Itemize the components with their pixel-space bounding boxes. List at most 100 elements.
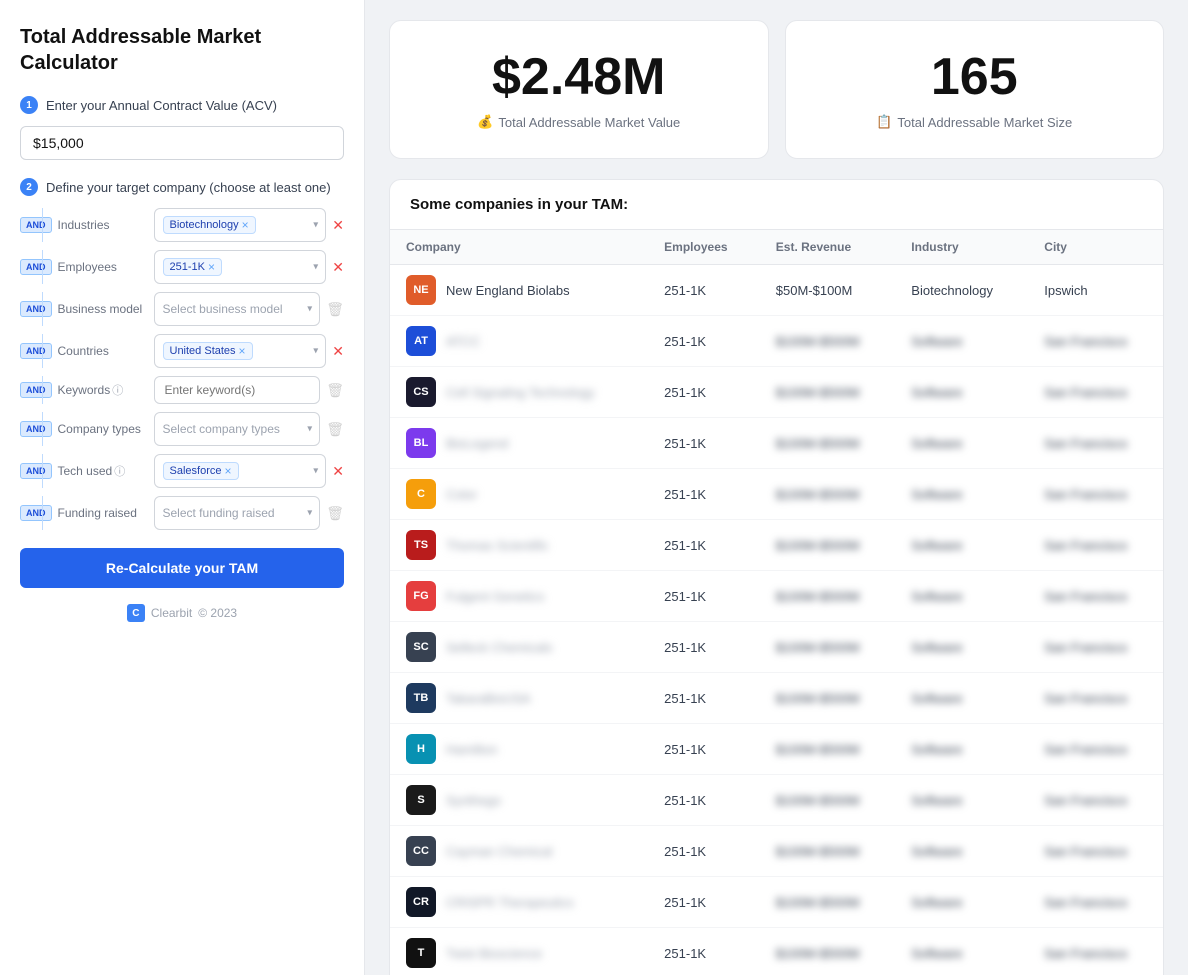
- delete-filter-tech-used[interactable]: ✕: [332, 464, 344, 478]
- metric-label-0: 💰Total Addressable Market Value: [414, 114, 744, 130]
- tag-remove[interactable]: ×: [208, 261, 215, 273]
- company-name-cell: SCSelleck Chemicals: [390, 622, 648, 673]
- company-name: Cell Signaling Technology: [446, 385, 595, 400]
- metric-label-1: 📋Total Addressable Market Size: [810, 114, 1140, 130]
- company-employees: 251-1K: [648, 622, 760, 673]
- acv-input[interactable]: [20, 126, 344, 160]
- company-industry: Software: [895, 724, 1028, 775]
- metric-value-0: $2.48M: [414, 49, 744, 106]
- chevron-down-icon: ▾: [307, 508, 312, 519]
- company-employees: 251-1K: [648, 826, 760, 877]
- filter-label-funding-raised: Funding raised: [58, 506, 148, 520]
- company-revenue: $100M-$500M: [760, 877, 896, 928]
- company-employees: 251-1K: [648, 418, 760, 469]
- col-header-employees: Employees: [648, 230, 760, 265]
- clearbit-brand: Clearbit: [151, 606, 192, 620]
- table-row: SSynthego251-1K$100M-$500MSoftwareSan Fr…: [390, 775, 1163, 826]
- metrics-row: $2.48M 💰Total Addressable Market Value 1…: [389, 20, 1164, 159]
- company-revenue: $100M-$500M: [760, 826, 896, 877]
- step2-circle: 2: [20, 178, 38, 196]
- company-city: San Francisco: [1028, 469, 1163, 520]
- company-name: Hamilton: [446, 742, 497, 757]
- tag-remove[interactable]: ×: [239, 345, 246, 357]
- company-logo: TB: [406, 683, 436, 713]
- company-city: Ipswich: [1028, 265, 1163, 316]
- company-industry: Software: [895, 928, 1028, 975]
- step2-text: Define your target company (choose at le…: [46, 180, 331, 195]
- company-city: San Francisco: [1028, 724, 1163, 775]
- table-row: NENew England Biolabs251-1K$50M-$100MBio…: [390, 265, 1163, 316]
- delete-filter-business-model[interactable]: 🗑: [326, 301, 344, 318]
- recalc-button[interactable]: Re-Calculate your TAM: [20, 548, 344, 588]
- and-badge: AND: [20, 421, 52, 437]
- company-industry: Biotechnology: [895, 265, 1028, 316]
- col-header-company: Company: [390, 230, 648, 265]
- delete-filter-funding-raised[interactable]: 🗑: [326, 505, 344, 522]
- tag-remove[interactable]: ×: [242, 219, 249, 231]
- company-revenue: $100M-$500M: [760, 928, 896, 975]
- company-name: TakaraBioUSA: [446, 691, 531, 706]
- company-employees: 251-1K: [648, 877, 760, 928]
- company-city: San Francisco: [1028, 826, 1163, 877]
- company-industry: Software: [895, 877, 1028, 928]
- company-name-cell: ATATCC: [390, 316, 648, 367]
- company-employees: 251-1K: [648, 928, 760, 975]
- company-industry: Software: [895, 673, 1028, 724]
- company-logo: C: [406, 479, 436, 509]
- tag-select-tech-used[interactable]: Salesforce ×▾: [154, 454, 327, 488]
- company-name: ATCC: [446, 334, 480, 349]
- tag: United States ×: [163, 342, 253, 360]
- filter-control-tech-used: Salesforce ×▾: [154, 454, 327, 488]
- company-name: Color: [446, 487, 477, 502]
- chevron-down-icon: ▾: [313, 466, 318, 477]
- tag-select-funding-raised[interactable]: Select funding raised▾: [154, 496, 321, 530]
- company-name: Twist Bioscience: [446, 946, 542, 961]
- delete-filter-keywords[interactable]: 🗑: [326, 382, 344, 399]
- keyword-input-keywords[interactable]: [154, 376, 321, 404]
- chevron-down-icon: ▾: [307, 424, 312, 435]
- company-name-cell: FGFulgent Genetics: [390, 571, 648, 622]
- company-logo: TS: [406, 530, 436, 560]
- company-revenue: $100M-$500M: [760, 469, 896, 520]
- delete-filter-employees[interactable]: ✕: [332, 260, 344, 274]
- company-revenue: $100M-$500M: [760, 316, 896, 367]
- companies-header: Some companies in your TAM:: [390, 180, 1163, 230]
- company-city: San Francisco: [1028, 775, 1163, 826]
- company-industry: Software: [895, 418, 1028, 469]
- and-badge: AND: [20, 301, 52, 317]
- company-logo: CR: [406, 887, 436, 917]
- table-row: CCCayman Chemical251-1K$100M-$500MSoftwa…: [390, 826, 1163, 877]
- step2-label: 2 Define your target company (choose at …: [20, 178, 344, 196]
- delete-filter-industries[interactable]: ✕: [332, 218, 344, 232]
- tag-select-company-types[interactable]: Select company types▾: [154, 412, 321, 446]
- filter-rows: ANDIndustriesBiotechnology ×▾✕ANDEmploye…: [20, 208, 344, 530]
- filter-control-industries: Biotechnology ×▾: [154, 208, 327, 242]
- company-city: San Francisco: [1028, 418, 1163, 469]
- filter-control-company-types: Select company types▾: [154, 412, 321, 446]
- tag-select-industries[interactable]: Biotechnology ×▾: [154, 208, 327, 242]
- tag-select-employees[interactable]: 251-1K ×▾: [154, 250, 327, 284]
- filter-control-employees: 251-1K ×▾: [154, 250, 327, 284]
- company-logo: T: [406, 938, 436, 968]
- table-row: TBTakaraBioUSA251-1K$100M-$500MSoftwareS…: [390, 673, 1163, 724]
- company-employees: 251-1K: [648, 724, 760, 775]
- and-badge: AND: [20, 505, 52, 521]
- company-city: San Francisco: [1028, 520, 1163, 571]
- companies-table: CompanyEmployeesEst. RevenueIndustryCity…: [390, 230, 1163, 975]
- tag-select-business-model[interactable]: Select business model▾: [154, 292, 321, 326]
- company-name: New England Biolabs: [446, 283, 570, 298]
- table-row: HHamilton251-1K$100M-$500MSoftwareSan Fr…: [390, 724, 1163, 775]
- company-name: Synthego: [446, 793, 501, 808]
- delete-filter-company-types[interactable]: 🗑: [326, 421, 344, 438]
- company-name-cell: TSThomas Scientific: [390, 520, 648, 571]
- company-logo: BL: [406, 428, 436, 458]
- table-row: SCSelleck Chemicals251-1K$100M-$500MSoft…: [390, 622, 1163, 673]
- delete-filter-countries[interactable]: ✕: [332, 344, 344, 358]
- filter-label-company-types: Company types: [58, 422, 148, 436]
- tag-select-countries[interactable]: United States ×▾: [154, 334, 327, 368]
- tag-remove[interactable]: ×: [224, 465, 231, 477]
- company-employees: 251-1K: [648, 265, 760, 316]
- metric-card-0: $2.48M 💰Total Addressable Market Value: [389, 20, 769, 159]
- step1-text: Enter your Annual Contract Value (ACV): [46, 98, 277, 113]
- info-icon: ⓘ: [114, 466, 125, 478]
